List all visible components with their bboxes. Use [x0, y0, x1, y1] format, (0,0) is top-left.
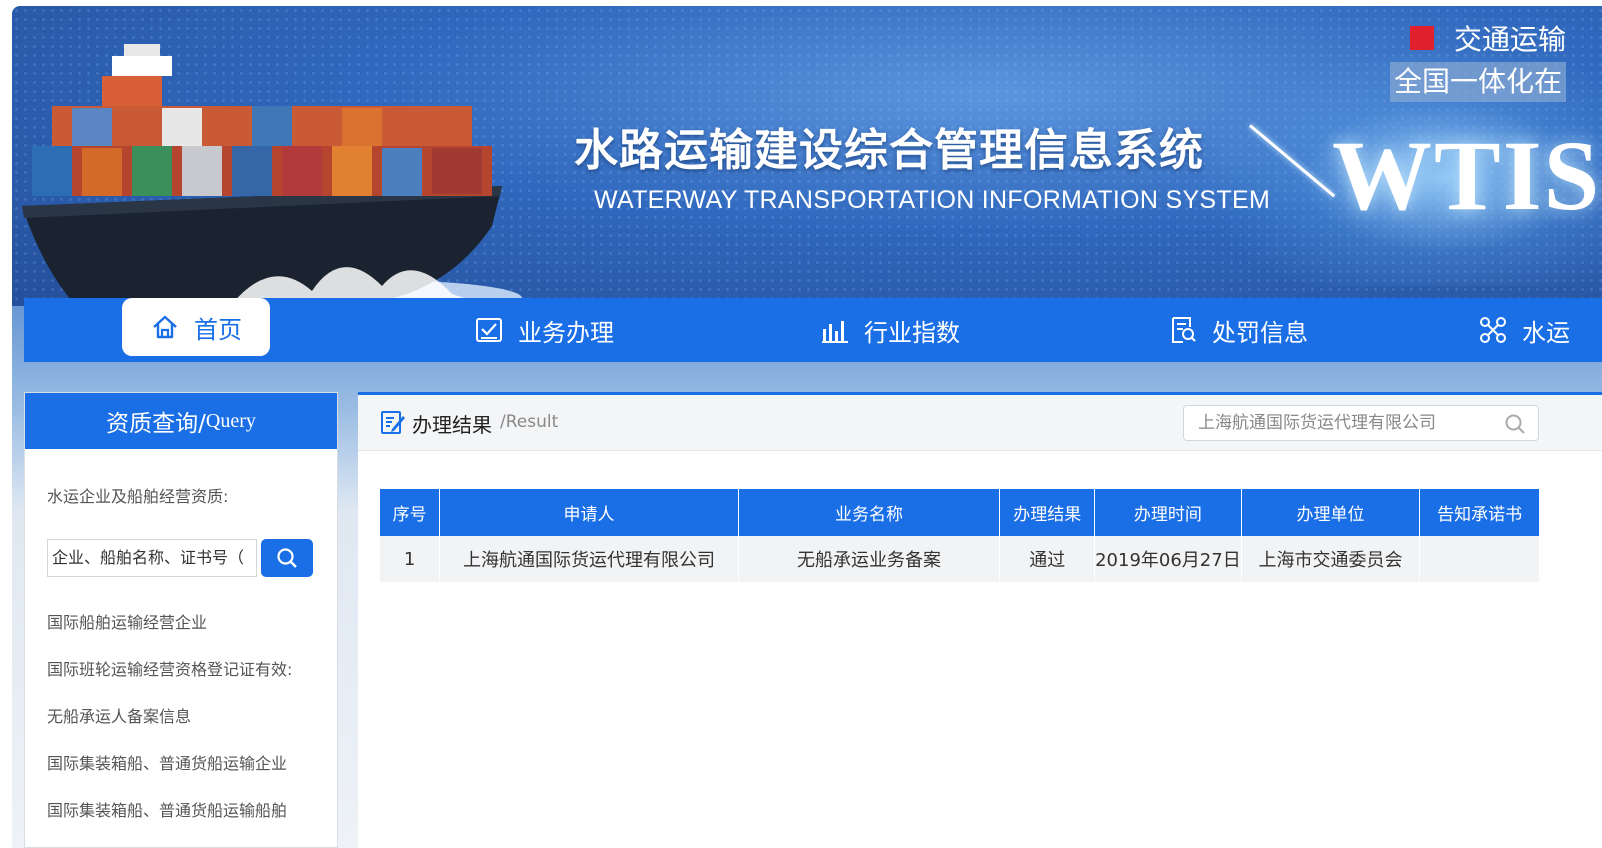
panel-title: 资质查询/	[106, 411, 206, 437]
search-icon[interactable]	[1504, 413, 1526, 435]
search-icon	[277, 548, 297, 568]
list-item[interactable]: 无船承运人备案信息	[47, 703, 317, 750]
cell-business-name: 无船承运业务备案	[738, 536, 1001, 582]
list-item[interactable]: 国际集装箱船、普通货船运输企业	[47, 750, 317, 797]
nav-item-business[interactable]: 业务办理	[474, 298, 614, 362]
list-item[interactable]: 国际船舶运输经营企业	[47, 609, 317, 656]
bar-chart-icon	[822, 321, 848, 343]
top-link-national-platform[interactable]: 全国一体化在	[1390, 62, 1567, 102]
system-subtitle: WATERWAY TRANSPORTATION INFORMATION SYST…	[594, 186, 1271, 214]
column-header: 业务名称	[738, 489, 1001, 536]
document-search-icon	[1172, 317, 1196, 343]
nav-item-industry-index[interactable]: 行业指数	[820, 298, 960, 362]
home-icon	[153, 315, 177, 339]
result-table: 序号 申请人 业务名称 办理结果 办理时间 办理单位 告知承诺书 1 上海航通国…	[380, 489, 1540, 582]
system-title: 水路运输建设综合管理信息系统	[574, 125, 1204, 176]
table-header-row: 序号 申请人 业务名称 办理结果 办理时间 办理单位 告知承诺书	[380, 489, 1540, 536]
list-item[interactable]: 国际班轮运输经营资格登记证有效:	[47, 656, 317, 703]
header-banner: 水路运输建设综合管理信息系统 WATERWAY TRANSPORTATION I…	[12, 6, 1602, 306]
qualification-query-panel: 资质查询/ Query 水运企业及船舶经营资质: 企业、船舶名称、证书号（ 国际…	[24, 392, 338, 848]
red-square-icon	[1410, 26, 1434, 50]
panel-title-en: Query	[205, 409, 256, 432]
result-title-en: /Result	[500, 412, 559, 432]
nav-item-waterway[interactable]: 水运	[1478, 298, 1570, 362]
nav-item-home[interactable]: 首页	[122, 298, 270, 356]
result-search-input[interactable]: 上海航通国际货运代理有限公司	[1183, 405, 1539, 441]
column-header: 办理时间	[1094, 489, 1242, 536]
nav-label: 首页	[194, 315, 242, 344]
column-header: 办理结果	[999, 489, 1096, 536]
cell-index: 1	[380, 536, 441, 582]
table-row[interactable]: 1 上海航通国际货运代理有限公司 无船承运业务备案 通过 2019年06月27日…	[380, 536, 1540, 582]
page-frame: 水路运输建设综合管理信息系统 WATERWAY TRANSPORTATION I…	[12, 6, 1602, 848]
qualification-list: 国际船舶运输经营企业 国际班轮运输经营资格登记证有效: 无船承运人备案信息 国际…	[47, 609, 317, 844]
panel-header: 资质查询/ Query	[25, 393, 337, 449]
column-header: 告知承诺书	[1419, 489, 1540, 536]
wtis-logo: WTIS	[1332, 120, 1602, 231]
search-placeholder: 上海航通国际货运代理有限公司	[1198, 413, 1436, 433]
checklist-icon	[476, 318, 502, 342]
search-button[interactable]	[261, 539, 313, 577]
cell-unit: 上海市交通委员会	[1241, 536, 1421, 582]
nav-label: 水运	[1522, 318, 1570, 347]
cell-applicant: 上海航通国际货运代理有限公司	[439, 536, 739, 582]
list-item[interactable]: 国际集装箱船、普通货船运输船舶	[47, 797, 317, 844]
qualification-search-input[interactable]: 企业、船舶名称、证书号（	[47, 539, 257, 577]
top-link-transport[interactable]: 交通运输	[1454, 18, 1566, 58]
nav-label: 处罚信息	[1212, 318, 1308, 347]
result-header: 办理结果 /Result 上海航通国际货运代理有限公司	[358, 395, 1602, 451]
cell-date: 2019年06月27日	[1094, 536, 1242, 582]
column-header: 序号	[380, 489, 441, 536]
edit-document-icon	[381, 411, 405, 434]
result-title: 办理结果	[412, 413, 492, 437]
network-icon	[1480, 317, 1506, 343]
result-panel: 办理结果 /Result 上海航通国际货运代理有限公司 序号 申请人 业务名称 …	[358, 392, 1602, 848]
nav-label: 行业指数	[864, 318, 960, 347]
main-nav: 首页 业务办理 行业指数 处罚信息 水运	[24, 298, 1602, 362]
cell-commitment-letter[interactable]	[1419, 536, 1540, 582]
query-label: 水运企业及船舶经营资质:	[47, 487, 229, 506]
column-header: 办理单位	[1241, 489, 1421, 536]
column-header: 申请人	[439, 489, 739, 536]
nav-item-penalty[interactable]: 处罚信息	[1168, 298, 1308, 362]
cargo-ship-image	[22, 44, 522, 306]
cell-result: 通过	[999, 536, 1096, 582]
nav-label: 业务办理	[518, 318, 614, 347]
